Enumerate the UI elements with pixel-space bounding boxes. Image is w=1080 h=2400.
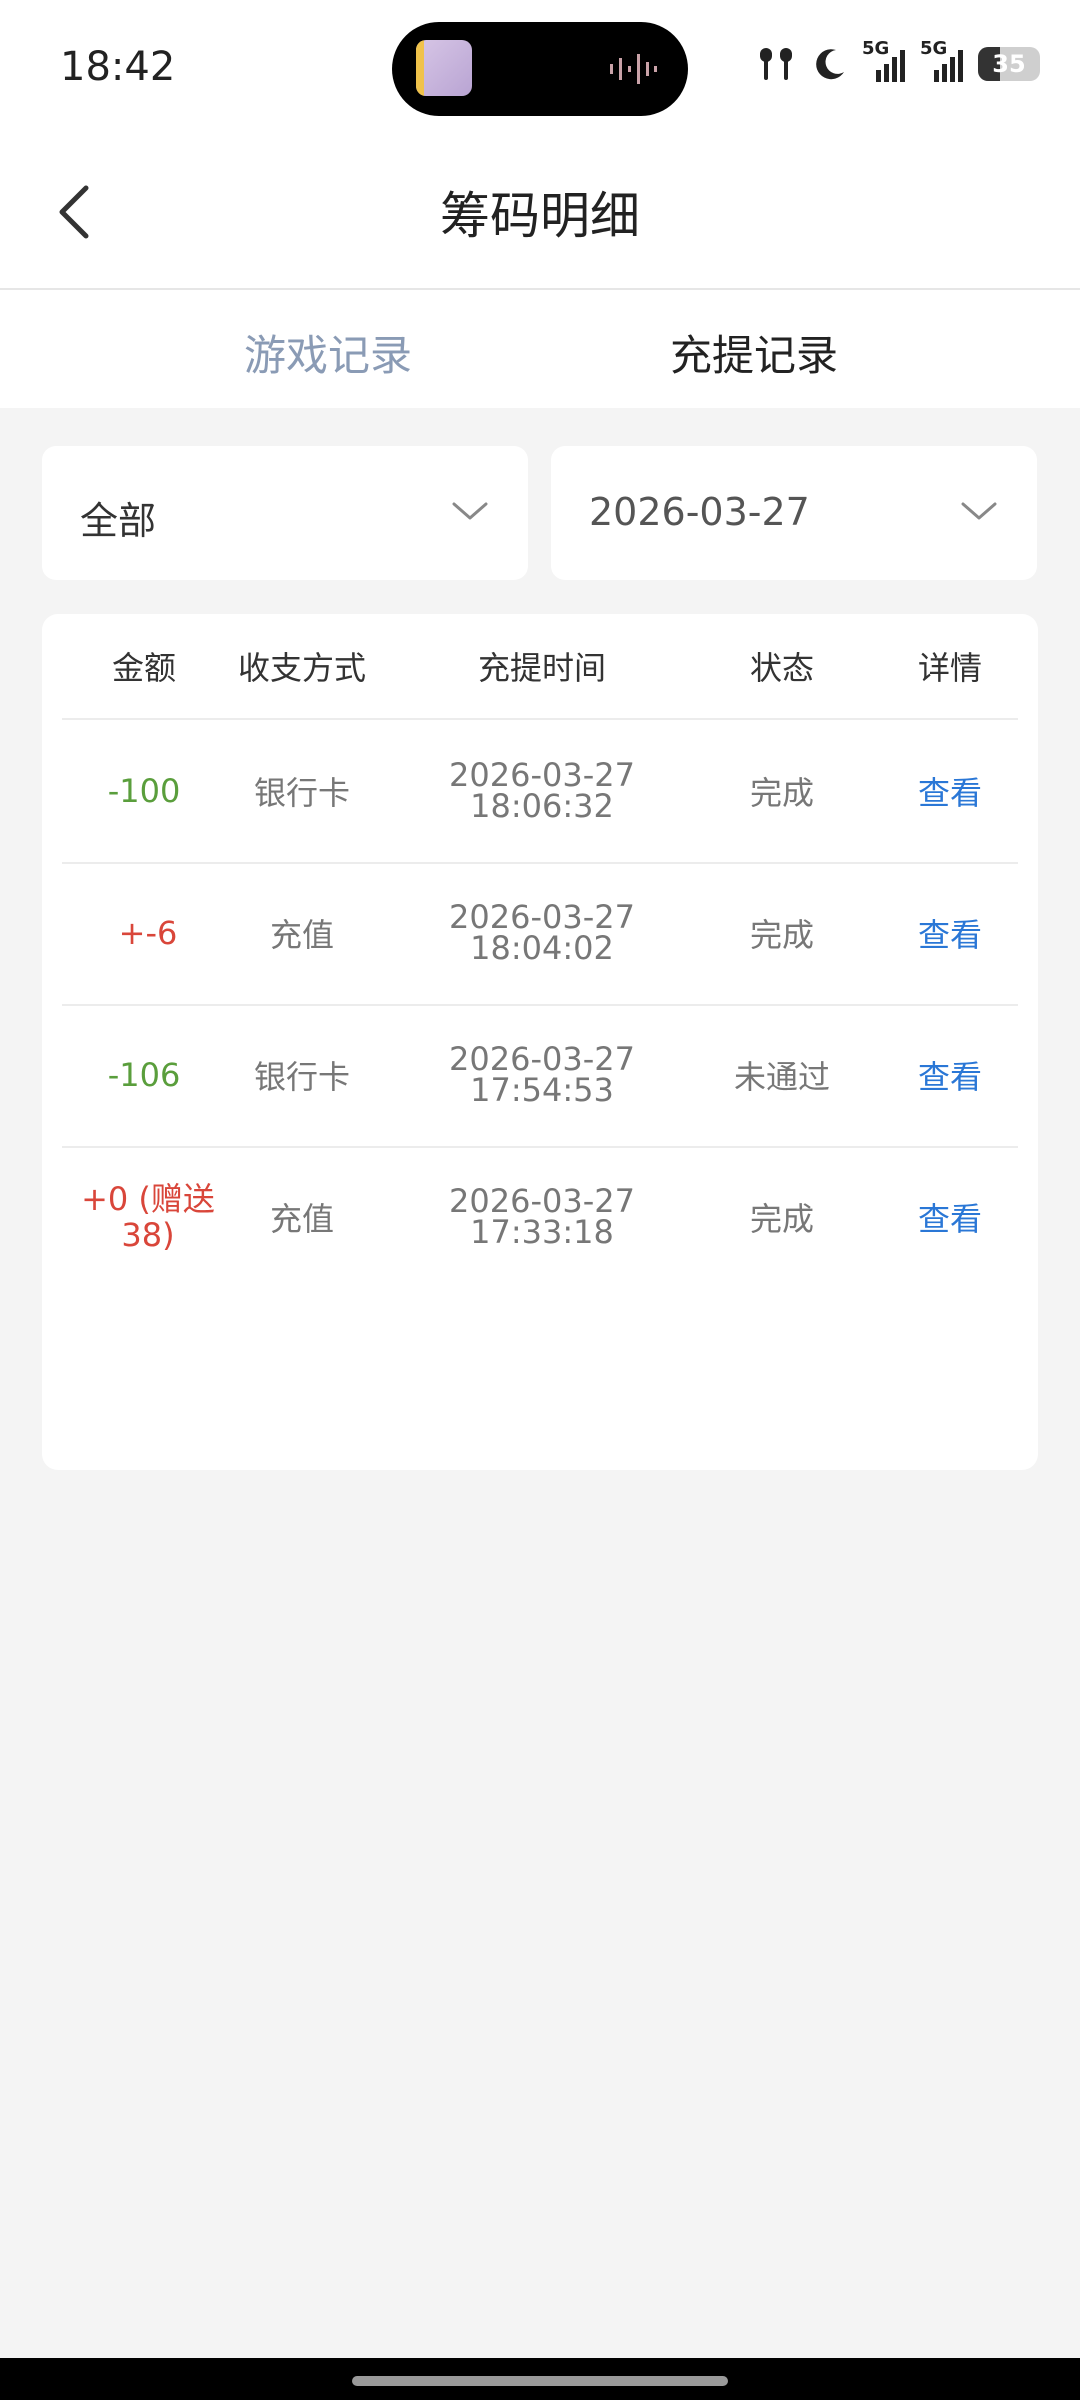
media-thumbnail [416, 40, 472, 96]
signal-1-icon: 5G [862, 38, 906, 84]
row-method: 银行卡 [253, 1058, 350, 1096]
view-detail-link[interactable]: 查看 [882, 862, 1018, 1004]
view-detail-link[interactable]: 查看 [882, 720, 1018, 862]
date-filter-value: 2026-03-27 [589, 490, 810, 534]
tab-game-records[interactable]: 游戏记录 [244, 322, 412, 383]
row-time: 2026-03-27 18:06:32 [449, 756, 635, 825]
row-status: 未通过 [733, 1058, 830, 1096]
column-header-detail: 详情 [917, 649, 982, 687]
nav-header: 筹码明细 [0, 136, 1080, 290]
row-time: 2026-03-27 17:33:18 [449, 1182, 635, 1251]
table-row: +0 (赠送38) 充值 2026-03-27 17:33:18 完成 查看 [62, 1146, 1018, 1288]
row-time: 2026-03-27 18:04:02 [449, 898, 635, 967]
tab-deposit-withdraw-records[interactable]: 充提记录 [670, 322, 838, 383]
row-amount: +-6 [118, 914, 178, 952]
row-status: 完成 [749, 774, 814, 812]
row-method: 银行卡 [253, 774, 350, 812]
table-row: +-6 充值 2026-03-27 18:04:02 完成 查看 [62, 862, 1018, 1006]
record-tabs: 游戏记录 充提记录 [0, 290, 1080, 408]
status-icons: 5G 5G 35 [754, 38, 1040, 84]
column-header-amount: 金额 [111, 649, 176, 687]
row-time: 2026-03-27 17:54:53 [449, 1040, 635, 1109]
table-row: -106 银行卡 2026-03-27 17:54:53 未通过 查看 [62, 1004, 1018, 1148]
row-status: 完成 [749, 1200, 814, 1238]
battery-icon: 35 [978, 47, 1040, 81]
table-row: -100 银行卡 2026-03-27 18:06:32 完成 查看 [62, 720, 1018, 864]
column-header-method: 收支方式 [237, 649, 366, 687]
view-detail-link[interactable]: 查看 [882, 1004, 1018, 1146]
row-amount: -106 [107, 1056, 181, 1094]
audio-wave-icon [610, 54, 657, 84]
battery-level: 35 [992, 50, 1026, 78]
status-bar: 18:42 5G 5G 35 [0, 0, 1080, 136]
page-title: 筹码明细 [440, 187, 640, 245]
row-method: 充值 [269, 1200, 334, 1238]
column-header-status: 状态 [749, 649, 814, 687]
table-header: 金额 收支方式 充提时间 状态 详情 [62, 614, 1018, 720]
status-time: 18:42 [60, 44, 176, 90]
type-filter-value: 全部 [80, 499, 157, 543]
dynamic-island[interactable] [392, 22, 688, 116]
view-detail-link[interactable]: 查看 [882, 1146, 1018, 1288]
type-filter-select[interactable]: 全部 [42, 446, 528, 580]
row-amount: +0 (赠送38) [81, 1180, 215, 1254]
records-table: 金额 收支方式 充提时间 状态 详情 -100 银行卡 2026-03-27 1… [42, 614, 1038, 1470]
column-header-time: 充提时间 [477, 649, 606, 687]
row-status: 完成 [749, 916, 814, 954]
moon-icon [816, 49, 844, 80]
chevron-down-icon [452, 502, 488, 520]
chevron-down-icon [961, 502, 997, 520]
earbuds-icon [760, 48, 792, 80]
date-filter-select[interactable]: 2026-03-27 [551, 446, 1037, 580]
signal-2-icon: 5G [920, 38, 964, 84]
row-method: 充值 [269, 916, 334, 954]
row-amount: -100 [107, 772, 181, 810]
home-indicator[interactable] [352, 2376, 728, 2386]
